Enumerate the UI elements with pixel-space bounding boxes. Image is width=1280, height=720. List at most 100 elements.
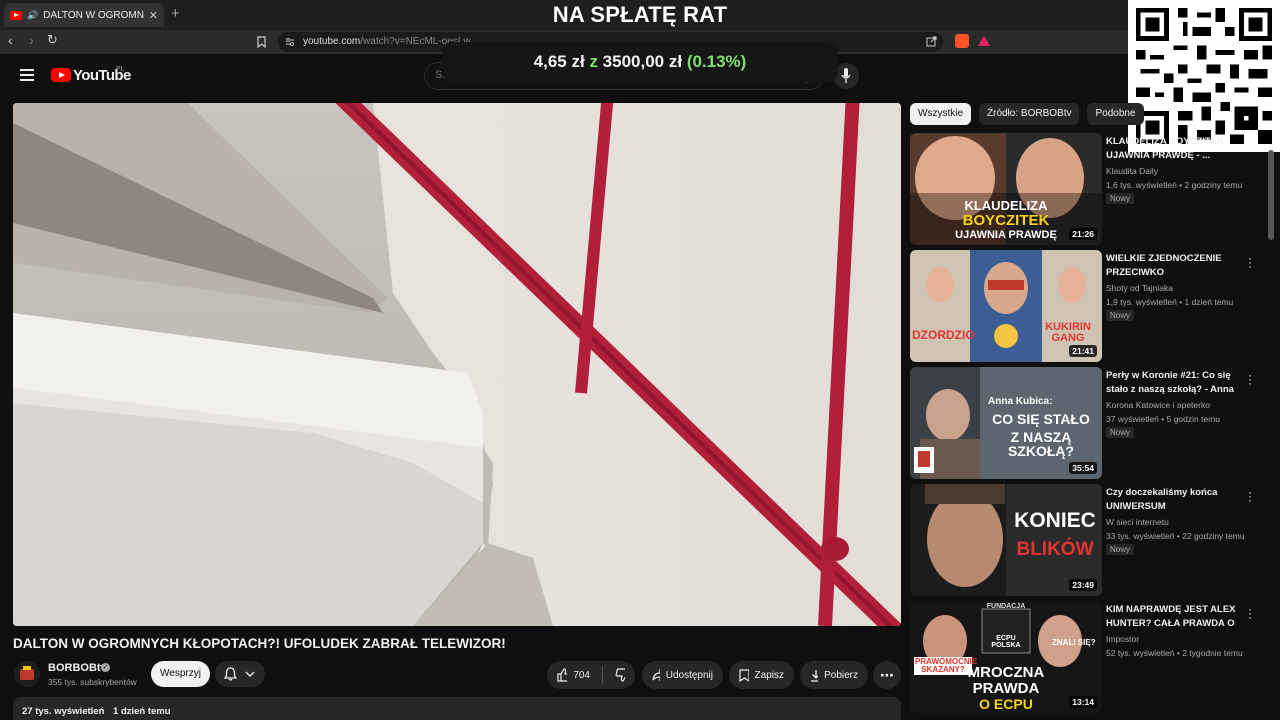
goal-target-amount: 3500,00 zł [602,52,683,71]
video-duration: 35:54 [1069,462,1097,474]
site-info-icon[interactable] [285,37,295,47]
share-button[interactable]: Udostępnij [642,661,723,689]
notifications-button[interactable] [215,661,265,687]
download-button[interactable]: Pobierz [800,661,868,689]
more-actions-button[interactable]: ⋯ [873,661,901,689]
brave-shields-icon[interactable] [955,34,969,48]
tab-title: DALTON W OGROMNYCH KŁ [43,9,144,21]
bookmark-icon[interactable] [257,36,266,48]
recommendation-item[interactable]: KLAUDELIZA BOYCZITEK UJAWNIA PRAWDĘ 21:2… [910,133,1270,245]
recommendation-channel[interactable]: Shoty od Tajniaka [1106,283,1173,293]
microphone-icon [841,68,851,83]
like-icon[interactable] [557,668,568,682]
video-frame [13,103,901,626]
sidebar-scrollbar[interactable] [1268,150,1274,240]
thumb-text: KLAUDELIZA [964,198,1048,213]
recommendation-thumbnail[interactable]: DZORDZIO KUKIRIN GANG 21:41 [910,250,1102,362]
goal-current-amount: 4,65 zł [533,52,585,71]
thumb-text: O ECPU [979,696,1033,712]
recommendation-item[interactable]: FUNDACJA ECPU POLSKA PRAWOMOCNIE SKAZANY… [910,601,1270,720]
audio-playing-icon[interactable]: 🔊 [27,10,38,21]
new-badge: Nowy [1106,427,1135,438]
chip-from-channel[interactable]: Źródło: BORBOBtv [979,103,1080,125]
recommendation-channel[interactable]: Korona Katowice i apeterko [1106,400,1210,410]
recommendation-channel[interactable]: Klaudita Daily [1106,166,1158,176]
thumb-text: Anna Kubica: [988,396,1053,407]
recommendation-title[interactable]: KLAUDELIZA BOYCZITEK UJAWNIA PRAWDĘ - ..… [1106,135,1238,163]
recommendation-channel[interactable]: Impostor [1106,634,1139,644]
save-icon [739,668,749,682]
country-code: PL [116,66,125,73]
chevron-down-icon [245,671,255,677]
video-title: DALTON W OGROMNYCH KŁOPOTACH?! UFOLUDEK … [13,636,506,651]
more-options-icon[interactable]: · · · [1246,252,1254,272]
recommendation-channel[interactable]: W sieci internetu [1106,517,1169,527]
thumb-text: KUKIRIN GANG [1045,321,1091,344]
thumb-text: DZORDZIO [912,328,975,342]
brave-rewards-icon[interactable] [977,34,991,48]
video-duration: 13:14 [1069,696,1097,708]
subscriber-count: 355 tys. subskrybentów [48,677,137,687]
chip-related[interactable]: Podobne [1087,103,1144,125]
upload-age: 1 dzień temu [113,706,171,717]
thumb-text: ECPU POLSKA [991,635,1021,649]
browser-tab[interactable]: 🔊 DALTON W OGROMNYCH KŁ ✕ [4,3,164,27]
goal-connector: z [589,52,598,71]
video-player[interactable] [13,103,901,626]
thumb-text: Z NASZĄ SZKOŁĄ? [1007,429,1075,459]
recommendation-title[interactable]: WIELKIE ZJEDNOCZENIE PRZECIWKO DZIELNICO… [1106,252,1238,280]
chip-all[interactable]: Wszystkie [910,103,971,125]
youtube-favicon-icon [10,10,22,20]
new-tab-button[interactable]: + [171,5,180,22]
more-options-icon[interactable]: · · · [1246,603,1254,623]
support-button[interactable]: Wesprzyj [151,661,210,687]
recommendation-meta: 1,9 tys. wyświetleń • 1 dzień temu [1106,297,1234,307]
more-options-icon[interactable]: · · · [1246,369,1254,389]
more-options-icon[interactable]: · · · [1246,486,1254,506]
video-duration: 23:49 [1069,579,1097,591]
recommendation-thumbnail[interactable]: KONIEC BLIKÓW 23:49 [910,484,1102,596]
youtube-logo-icon[interactable] [51,68,71,82]
like-dislike-group: 704 [547,661,635,689]
recommendation-title[interactable]: Czy doczekaliśmy końca UNIWERSUM KŁOSOWS… [1106,486,1238,514]
dislike-icon[interactable] [615,668,625,682]
url-host: youtube.com [303,36,361,47]
bell-icon [224,667,237,681]
channel-avatar[interactable] [14,661,40,687]
forward-icon[interactable]: › [29,32,34,48]
recommendation-title[interactable]: Perły w Koronie #21: Co się stało z nasz… [1106,369,1238,397]
close-tab-icon[interactable]: ✕ [149,9,158,22]
channel-name[interactable]: BORBOBtv [48,662,107,674]
video-duration: 21:26 [1069,228,1097,240]
back-icon[interactable]: ‹ [8,32,13,48]
recommendation-meta: 37 wyświetleń • 5 godzin temu [1106,414,1221,424]
thumb-text: KONIEC [1014,509,1096,532]
recommendation-title[interactable]: KIM NAPRAWDĘ JEST ALEX HUNTER? CAŁA PRAW… [1106,603,1238,631]
recommendation-item[interactable]: KONIEC BLIKÓW 23:49 Czy doczekaliśmy koń… [910,484,1270,596]
download-icon [811,669,819,682]
recommendation-item[interactable]: DZORDZIO KUKIRIN GANG 21:41 WIELKIE ZJED… [910,250,1270,362]
menu-icon[interactable] [20,69,34,81]
new-badge: Nowy [1106,193,1135,204]
thumb-text: BLIKÓW [1016,539,1094,560]
share-icon [652,669,660,681]
recommendation-thumbnail[interactable]: Anna Kubica: CO SIĘ STAŁO Z NASZĄ SZKOŁĄ… [910,367,1102,479]
save-button[interactable]: Zapisz [729,661,794,689]
reload-icon[interactable]: ↻ [47,32,58,48]
like-count[interactable]: 704 [573,670,590,681]
description-box[interactable]: 27 tys. wyświetleń 1 dzień temu [13,697,901,720]
new-badge: Nowy [1106,544,1135,555]
thumb-text: FUNDACJA [986,603,1026,610]
thumb-text: MROCZNA [967,664,1045,681]
open-in-app-icon[interactable] [926,36,937,47]
recommendation-meta: 1,6 tys. wyświetleń • 2 godziny temu [1106,180,1243,190]
thumb-text: BOYCZITEK [962,212,1050,229]
recommendation-meta: 33 tys. wyświetleń • 22 godziny temu [1106,531,1245,541]
recommendation-item[interactable]: Anna Kubica: CO SIĘ STAŁO Z NASZĄ SZKOŁĄ… [910,367,1270,479]
verified-icon: ✓ [101,663,110,672]
recommendation-thumbnail[interactable]: KLAUDELIZA BOYCZITEK UJAWNIA PRAWDĘ 21:2… [910,133,1102,245]
recommendation-thumbnail[interactable]: FUNDACJA ECPU POLSKA PRAWOMOCNIE SKAZANY… [910,601,1102,713]
thumb-text: PRAWDA [972,680,1040,697]
download-label: Pobierz [824,669,858,681]
thumb-text: CO SIĘ STAŁO [992,411,1090,427]
